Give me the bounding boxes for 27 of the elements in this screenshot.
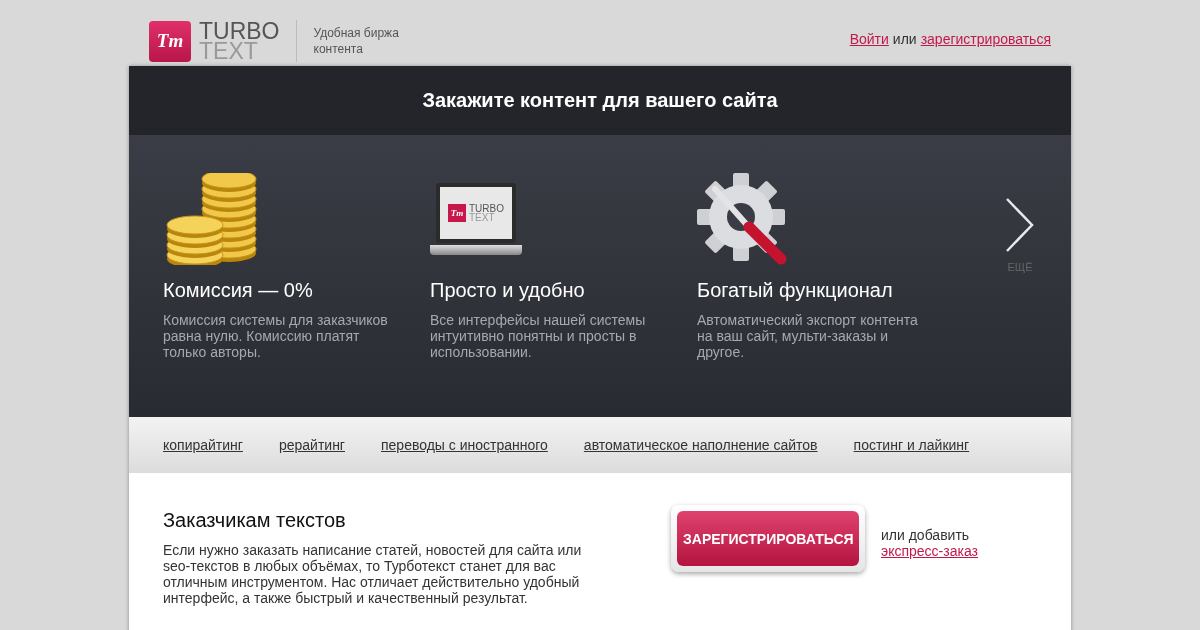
feature-title: Просто и удобно (430, 279, 586, 302)
feature-title: Богатый функционал (697, 279, 894, 302)
logo-word: TURBO (199, 21, 280, 41)
chevron-right-icon (1005, 197, 1035, 253)
category-link[interactable]: постинг и лайкинг (853, 437, 970, 453)
feature-description: Все интерфейсы нашей системы интуитивно понятны и просты в использовании. (430, 312, 647, 360)
tagline: Удобная биржа контента (313, 25, 400, 57)
category-link[interactable]: переводы с иностранного (381, 437, 548, 453)
express-order-link[interactable]: экспресс-заказ (881, 543, 978, 559)
register-link[interactable]: зарегистрироваться (920, 31, 1051, 47)
category-link[interactable]: рерайтинг (278, 437, 345, 453)
separator-text: или (892, 31, 917, 47)
feature-description: Комиссия системы для заказчиков равна нулю. Комиссию платят только авторы. (163, 312, 388, 360)
gear-wrench-icon (697, 173, 789, 265)
logo-word: TEXT (199, 41, 258, 61)
alt-text: или добавить (881, 527, 971, 543)
feature-title: Комиссия — 0% (163, 279, 314, 302)
coins-icon (163, 173, 259, 265)
category-link[interactable]: копирайтинг (163, 437, 243, 453)
section-title: Заказчикам текстов (163, 509, 347, 532)
logo-mark[interactable]: Tт (149, 20, 191, 62)
category-link[interactable]: автоматическое наполнение сайтов (583, 437, 818, 453)
register-button[interactable]: ЗАРЕГИСТРИРОВАТЬСЯ (677, 511, 859, 566)
login-link[interactable]: Войти (849, 31, 889, 47)
feature-description: Автоматический экспорт контента на ваш сайт, мульти-заказы и другое. (697, 312, 919, 360)
hero-title: Закажите контент для вашего сайта (422, 89, 778, 112)
section-text: Если нужно заказать написание статей, новостей для сайта или seo-текстов в любых объёмах, то Турботекст станет для вас отличным инструментом. Нас отличает действительно удобный интерфейс, а также быстрый и качественный результат. (163, 542, 583, 606)
